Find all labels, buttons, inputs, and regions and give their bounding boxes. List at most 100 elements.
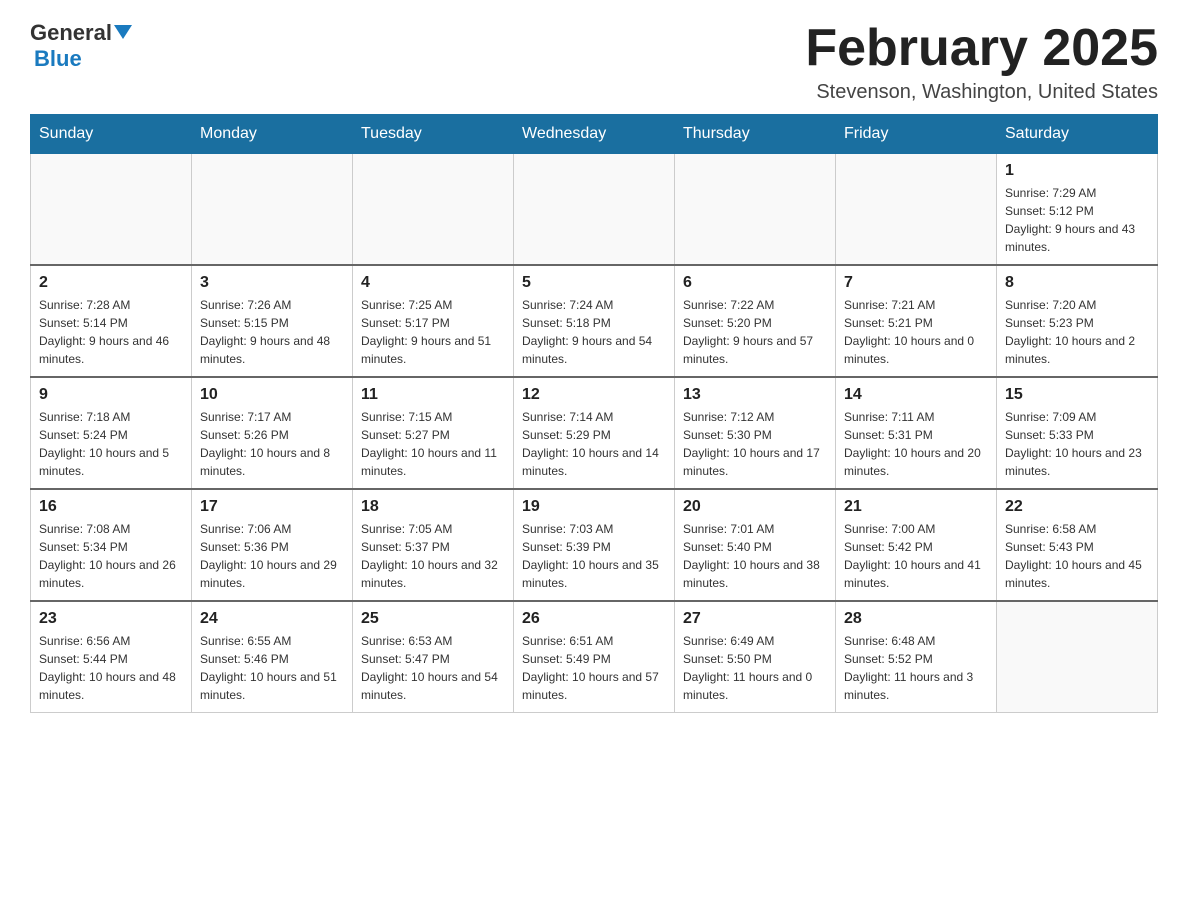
day-info: Sunrise: 7:08 AMSunset: 5:34 PMDaylight:… xyxy=(39,520,183,592)
calendar-week-row: 1 Sunrise: 7:29 AMSunset: 5:12 PMDaylight… xyxy=(31,154,1158,266)
calendar-cell: 24 Sunrise: 6:55 AMSunset: 5:46 PMDayligh… xyxy=(192,601,353,713)
day-number: 8 xyxy=(1005,274,1149,292)
day-number: 12 xyxy=(522,386,666,404)
day-of-week-header: Friday xyxy=(836,115,997,154)
calendar-cell: 10 Sunrise: 7:17 AMSunset: 5:26 PMDayligh… xyxy=(192,377,353,489)
day-number: 19 xyxy=(522,498,666,516)
calendar-cell: 11 Sunrise: 7:15 AMSunset: 5:27 PMDayligh… xyxy=(353,377,514,489)
calendar-cell: 25Sunrise: 6:53 AMSunset: 5:47 PMDayligh… xyxy=(353,601,514,713)
day-number: 20 xyxy=(683,498,827,516)
calendar-cell xyxy=(997,601,1158,713)
calendar-cell: 9Sunrise: 7:18 AMSunset: 5:24 PMDaylight… xyxy=(31,377,192,489)
logo-area: General Blue xyxy=(30,20,132,72)
calendar-header: SundayMondayTuesdayWednesdayThursdayFrid… xyxy=(31,115,1158,154)
day-number: 25 xyxy=(361,610,505,628)
day-info: Sunrise: 7:15 AMSunset: 5:27 PMDaylight:… xyxy=(361,408,505,480)
calendar-cell: 16 Sunrise: 7:08 AMSunset: 5:34 PMDayligh… xyxy=(31,489,192,601)
calendar-body: 1 Sunrise: 7:29 AMSunset: 5:12 PMDaylight… xyxy=(31,154,1158,713)
day-of-week-header: Thursday xyxy=(675,115,836,154)
day-info: Sunrise: 7:17 AMSunset: 5:26 PMDaylight:… xyxy=(200,408,344,480)
day-number: 11 xyxy=(361,386,505,404)
day-info: Sunrise: 7:11 AMSunset: 5:31 PMDaylight:… xyxy=(844,408,988,480)
day-of-week-header: Tuesday xyxy=(353,115,514,154)
logo-triangle-icon xyxy=(114,25,132,39)
calendar-cell: 27 Sunrise: 6:49 AMSunset: 5:50 PMDayligh… xyxy=(675,601,836,713)
day-number: 10 xyxy=(200,386,344,404)
day-of-week-header: Saturday xyxy=(997,115,1158,154)
day-info: Sunrise: 7:28 AMSunset: 5:14 PMDaylight:… xyxy=(39,296,183,368)
day-of-week-header: Monday xyxy=(192,115,353,154)
day-number: 24 xyxy=(200,610,344,628)
day-info: Sunrise: 7:22 AMSunset: 5:20 PMDaylight:… xyxy=(683,296,827,368)
day-info: Sunrise: 7:14 AMSunset: 5:29 PMDaylight:… xyxy=(522,408,666,480)
calendar-cell xyxy=(514,154,675,266)
day-of-week-header: Wednesday xyxy=(514,115,675,154)
calendar-cell: 15 Sunrise: 7:09 AMSunset: 5:33 PMDayligh… xyxy=(997,377,1158,489)
day-number: 2 xyxy=(39,274,183,292)
day-number: 26 xyxy=(522,610,666,628)
day-info: Sunrise: 6:51 AMSunset: 5:49 PMDaylight:… xyxy=(522,632,666,704)
calendar-cell: 3 Sunrise: 7:26 AMSunset: 5:15 PMDaylight… xyxy=(192,265,353,377)
calendar-cell: 4 Sunrise: 7:25 AMSunset: 5:17 PMDaylight… xyxy=(353,265,514,377)
day-number: 7 xyxy=(844,274,988,292)
calendar-cell: 1 Sunrise: 7:29 AMSunset: 5:12 PMDaylight… xyxy=(997,154,1158,266)
day-number: 3 xyxy=(200,274,344,292)
calendar-cell xyxy=(353,154,514,266)
calendar-cell: 21Sunrise: 7:00 AMSunset: 5:42 PMDayligh… xyxy=(836,489,997,601)
day-number: 4 xyxy=(361,274,505,292)
month-title: February 2025 xyxy=(805,20,1158,77)
day-number: 9 xyxy=(39,386,183,404)
calendar-week-row: 16 Sunrise: 7:08 AMSunset: 5:34 PMDayligh… xyxy=(31,489,1158,601)
calendar-cell: 20 Sunrise: 7:01 AMSunset: 5:40 PMDayligh… xyxy=(675,489,836,601)
calendar-cell: 12 Sunrise: 7:14 AMSunset: 5:29 PMDayligh… xyxy=(514,377,675,489)
day-info: Sunrise: 7:24 AMSunset: 5:18 PMDaylight:… xyxy=(522,296,666,368)
day-number: 1 xyxy=(1005,162,1149,180)
calendar-cell: 6Sunrise: 7:22 AMSunset: 5:20 PMDaylight… xyxy=(675,265,836,377)
day-number: 28 xyxy=(844,610,988,628)
calendar-cell: 17 Sunrise: 7:06 AMSunset: 5:36 PMDayligh… xyxy=(192,489,353,601)
calendar-cell xyxy=(31,154,192,266)
day-info: Sunrise: 7:01 AMSunset: 5:40 PMDaylight:… xyxy=(683,520,827,592)
day-info: Sunrise: 6:58 AMSunset: 5:43 PMDaylight:… xyxy=(1005,520,1149,592)
day-number: 23 xyxy=(39,610,183,628)
day-info: Sunrise: 6:55 AMSunset: 5:46 PMDaylight:… xyxy=(200,632,344,704)
calendar-cell: 14 Sunrise: 7:11 AMSunset: 5:31 PMDayligh… xyxy=(836,377,997,489)
day-of-week-header: Sunday xyxy=(31,115,192,154)
day-info: Sunrise: 6:48 AMSunset: 5:52 PMDaylight:… xyxy=(844,632,988,704)
calendar-cell: 23Sunrise: 6:56 AMSunset: 5:44 PMDayligh… xyxy=(31,601,192,713)
day-info: Sunrise: 7:06 AMSunset: 5:36 PMDaylight:… xyxy=(200,520,344,592)
title-area: February 2025 Stevenson, Washington, Uni… xyxy=(805,20,1158,104)
calendar-cell: 2 Sunrise: 7:28 AMSunset: 5:14 PMDaylight… xyxy=(31,265,192,377)
calendar-cell: 5 Sunrise: 7:24 AMSunset: 5:18 PMDaylight… xyxy=(514,265,675,377)
day-info: Sunrise: 7:00 AMSunset: 5:42 PMDaylight:… xyxy=(844,520,988,592)
calendar-cell: 8 Sunrise: 7:20 AMSunset: 5:23 PMDaylight… xyxy=(997,265,1158,377)
calendar-header-row: SundayMondayTuesdayWednesdayThursdayFrid… xyxy=(31,115,1158,154)
day-info: Sunrise: 7:26 AMSunset: 5:15 PMDaylight:… xyxy=(200,296,344,368)
calendar-cell: 13Sunrise: 7:12 AMSunset: 5:30 PMDayligh… xyxy=(675,377,836,489)
calendar-cell: 28 Sunrise: 6:48 AMSunset: 5:52 PMDayligh… xyxy=(836,601,997,713)
day-number: 15 xyxy=(1005,386,1149,404)
calendar-cell xyxy=(675,154,836,266)
day-info: Sunrise: 7:25 AMSunset: 5:17 PMDaylight:… xyxy=(361,296,505,368)
day-number: 16 xyxy=(39,498,183,516)
location-subtitle: Stevenson, Washington, United States xyxy=(805,81,1158,104)
day-number: 17 xyxy=(200,498,344,516)
logo-blue-text: Blue xyxy=(34,46,82,72)
day-info: Sunrise: 7:20 AMSunset: 5:23 PMDaylight:… xyxy=(1005,296,1149,368)
calendar-cell: 22 Sunrise: 6:58 AMSunset: 5:43 PMDayligh… xyxy=(997,489,1158,601)
calendar-cell: 18Sunrise: 7:05 AMSunset: 5:37 PMDayligh… xyxy=(353,489,514,601)
day-info: Sunrise: 7:29 AMSunset: 5:12 PMDaylight:… xyxy=(1005,184,1149,256)
day-info: Sunrise: 6:49 AMSunset: 5:50 PMDaylight:… xyxy=(683,632,827,704)
calendar-week-row: 23Sunrise: 6:56 AMSunset: 5:44 PMDayligh… xyxy=(31,601,1158,713)
day-info: Sunrise: 7:09 AMSunset: 5:33 PMDaylight:… xyxy=(1005,408,1149,480)
day-number: 5 xyxy=(522,274,666,292)
calendar-table: SundayMondayTuesdayWednesdayThursdayFrid… xyxy=(30,114,1158,713)
calendar-cell xyxy=(192,154,353,266)
calendar-cell: 26 Sunrise: 6:51 AMSunset: 5:49 PMDayligh… xyxy=(514,601,675,713)
day-number: 14 xyxy=(844,386,988,404)
day-number: 22 xyxy=(1005,498,1149,516)
page-header: General Blue February 2025 Stevenson, Wa… xyxy=(30,20,1158,104)
day-info: Sunrise: 7:03 AMSunset: 5:39 PMDaylight:… xyxy=(522,520,666,592)
day-info: Sunrise: 7:21 AMSunset: 5:21 PMDaylight:… xyxy=(844,296,988,368)
day-number: 27 xyxy=(683,610,827,628)
